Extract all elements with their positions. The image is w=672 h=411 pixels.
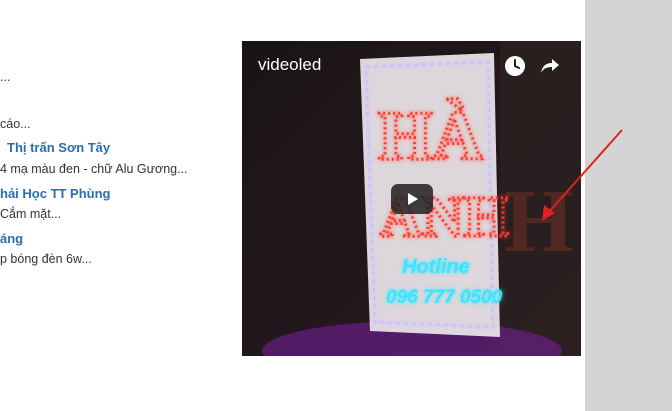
share-icon[interactable] (538, 54, 562, 78)
play-icon (408, 193, 418, 205)
list-item-text: Cắm mặt... (0, 207, 62, 221)
clock-icon[interactable] (503, 54, 527, 78)
list-item-link[interactable]: Thị trấn Sơn Tây (7, 140, 110, 155)
list-item-text: 4 mạ màu đen - chữ Alu Gương... (0, 162, 188, 176)
list-item-text: ... (0, 70, 11, 84)
list-item-link[interactable]: áng (0, 231, 23, 246)
svg-text:Hotline: Hotline (402, 256, 470, 278)
list-item-text: cáo... (0, 117, 31, 131)
play-button[interactable] (391, 184, 433, 214)
video-title[interactable]: videoled (258, 55, 321, 75)
svg-text:096 777 0500: 096 777 0500 (386, 287, 503, 308)
svg-text:HÀ: HÀ (378, 98, 483, 175)
list-item-text: p bóng đèn 6w... (0, 252, 92, 266)
list-item-link[interactable]: hải Học TT Phùng (0, 186, 111, 201)
annotation-arrow-icon (542, 129, 623, 221)
